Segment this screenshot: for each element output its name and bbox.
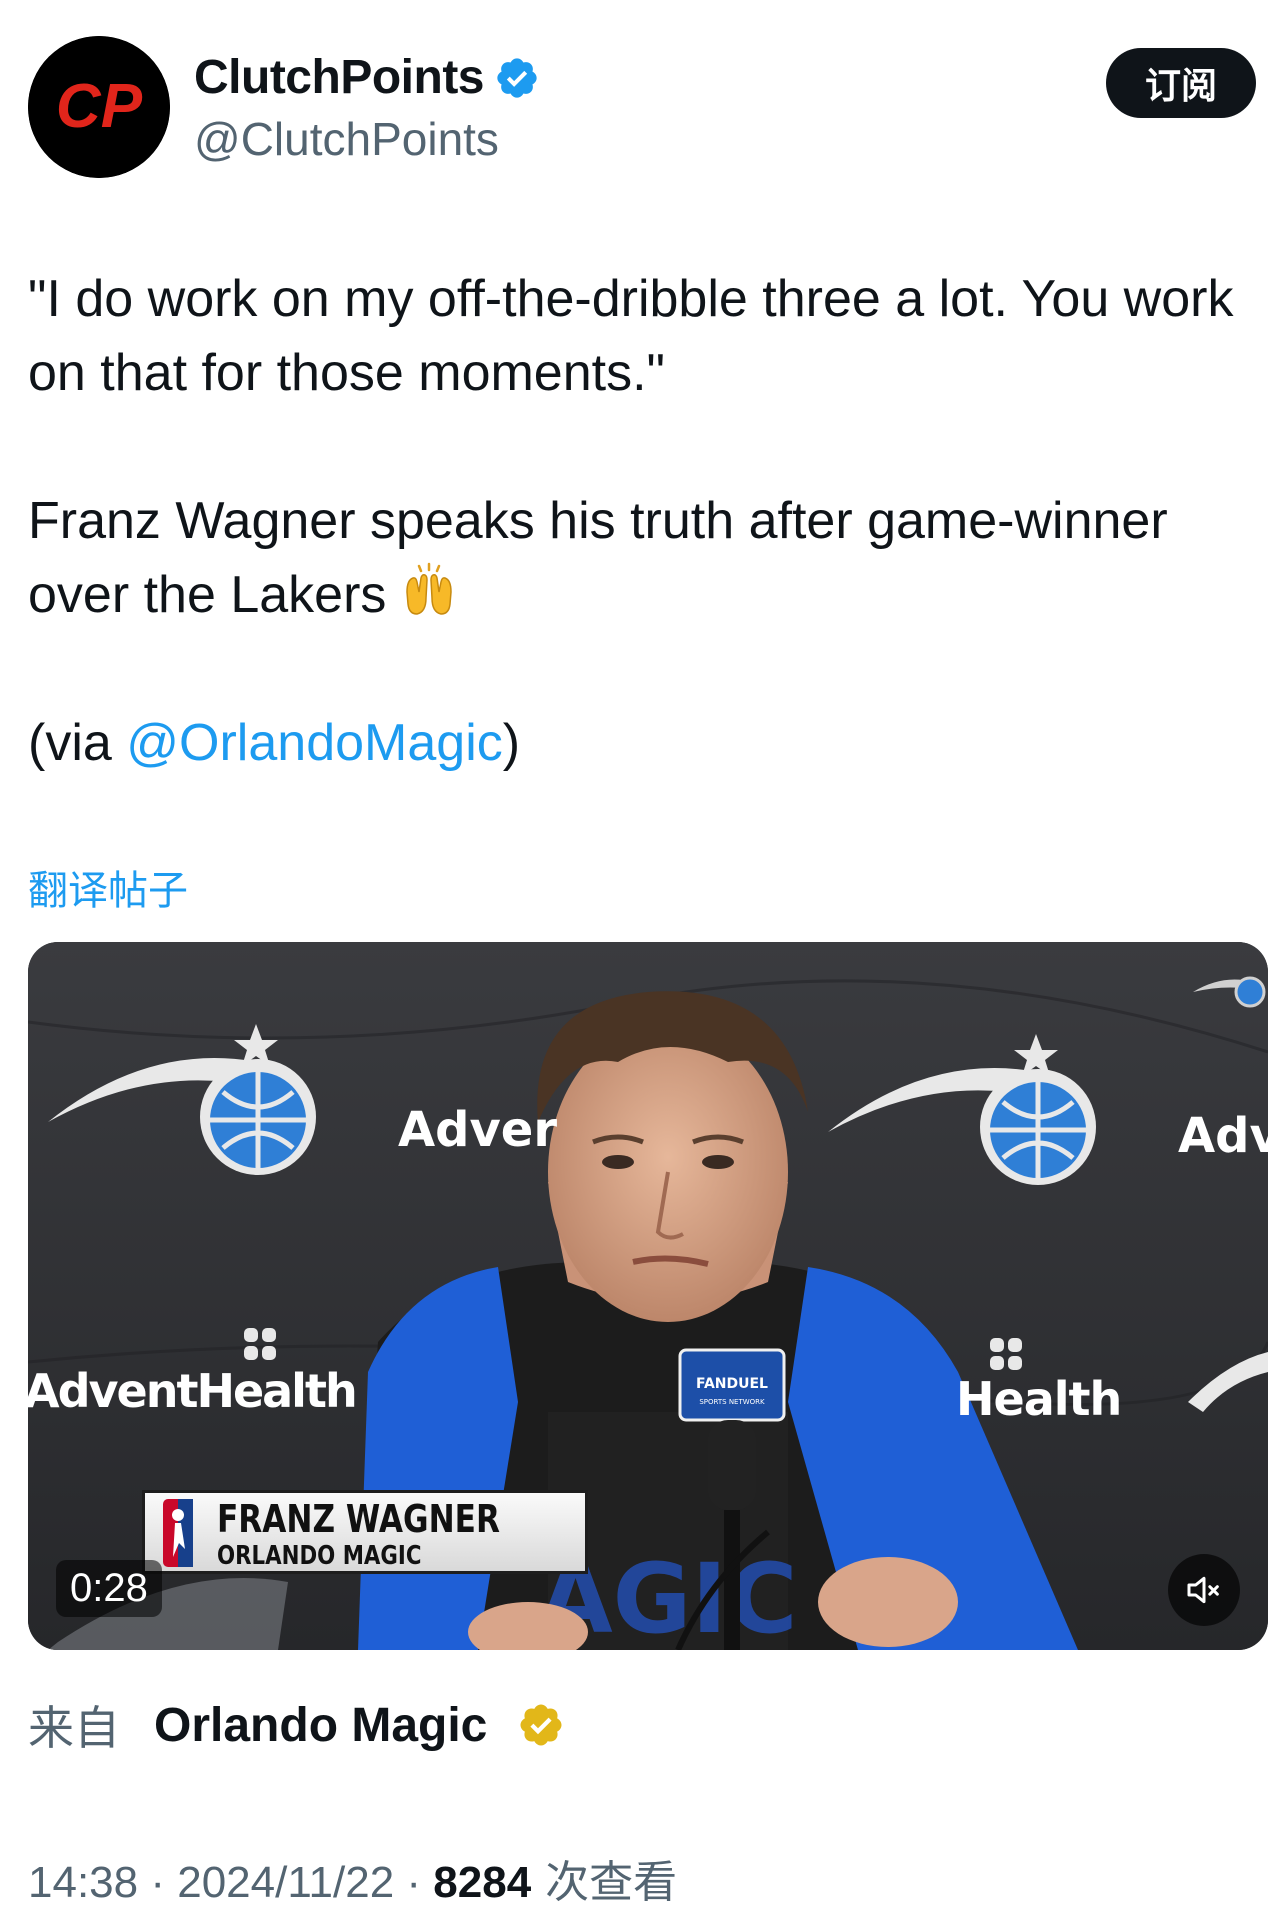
raising-hands-emoji-icon	[406, 562, 452, 615]
tweet-date[interactable]: 2024/11/22	[177, 1858, 394, 1907]
mic-flag-brand: FANDUEL	[696, 1376, 768, 1392]
backdrop-sponsor-health: Health	[956, 1372, 1122, 1426]
translate-post-link[interactable]: 翻译帖子	[28, 858, 188, 916]
via-prefix: (via	[28, 714, 127, 772]
via-suffix: )	[502, 714, 521, 772]
video-source-attribution: 来自 Orlando Magic	[28, 1692, 565, 1758]
backdrop-sponsor-partial-right: Adv	[1178, 1108, 1268, 1164]
tweet-header: CP ClutchPoints @ClutchPoints 订阅	[28, 36, 1256, 182]
backdrop-sponsor-partial-left: Adver	[398, 1102, 558, 1158]
video-duration: 0:28	[56, 1560, 162, 1617]
meta-separator-1: ·	[138, 1858, 178, 1907]
tweet-metadata: 14:38 · 2024/11/22 · 8284 次查看	[28, 1846, 677, 1910]
tweet-time[interactable]: 14:38	[28, 1858, 138, 1907]
meta-separator-2: ·	[394, 1858, 434, 1907]
backdrop-sponsor-full: AdventHealth	[28, 1364, 358, 1418]
author-avatar[interactable]: CP	[28, 36, 170, 178]
speaker-muted-icon	[1187, 1576, 1219, 1604]
nba-logo-icon	[163, 1499, 193, 1567]
tweet-quote-paragraph: "I do work on my off-the-dribble three a…	[28, 270, 1248, 402]
view-count: 8284	[433, 1858, 532, 1907]
mic-flag-sub: SPORTS NETWORK	[699, 1398, 765, 1406]
source-prefix: 来自	[28, 1701, 120, 1755]
subscribe-button[interactable]: 订阅	[1106, 48, 1256, 118]
gold-verified-icon	[520, 1704, 562, 1746]
blue-verified-icon	[497, 57, 537, 98]
lower-third-team: ORLANDO MAGIC	[217, 1541, 422, 1571]
tweet-body: "I do work on my off-the-dribble three a…	[28, 262, 1256, 780]
tweet-paragraph-2: Franz Wagner speaks his truth after game…	[28, 484, 1256, 632]
unmute-button[interactable]	[1168, 1554, 1240, 1626]
orlando-magic-mention-link[interactable]: @OrlandoMagic	[126, 714, 503, 772]
author-display-name[interactable]: ClutchPoints	[194, 50, 485, 105]
view-count-label: 次查看	[531, 1857, 678, 1908]
tweet-paragraph-2-text: Franz Wagner speaks his truth after game…	[28, 492, 1183, 624]
lower-third-name: FRANZ WAGNER	[217, 1497, 500, 1541]
lower-third-nameplate: FRANZ WAGNER ORLANDO MAGIC	[142, 1490, 588, 1574]
source-account-name[interactable]: Orlando Magic	[154, 1698, 487, 1753]
author-handle[interactable]: @ClutchPoints	[194, 112, 499, 166]
clutchpoints-logo: CP	[28, 36, 170, 178]
avatar-logo-text: CP	[56, 72, 143, 141]
author-name-row: ClutchPoints	[194, 50, 540, 105]
tweet-via-line: (via @OrlandoMagic)	[28, 706, 1256, 780]
video-player[interactable]: AGIC FANDUEL SPORTS NETWORK Adver Adv Ad…	[28, 942, 1268, 1650]
